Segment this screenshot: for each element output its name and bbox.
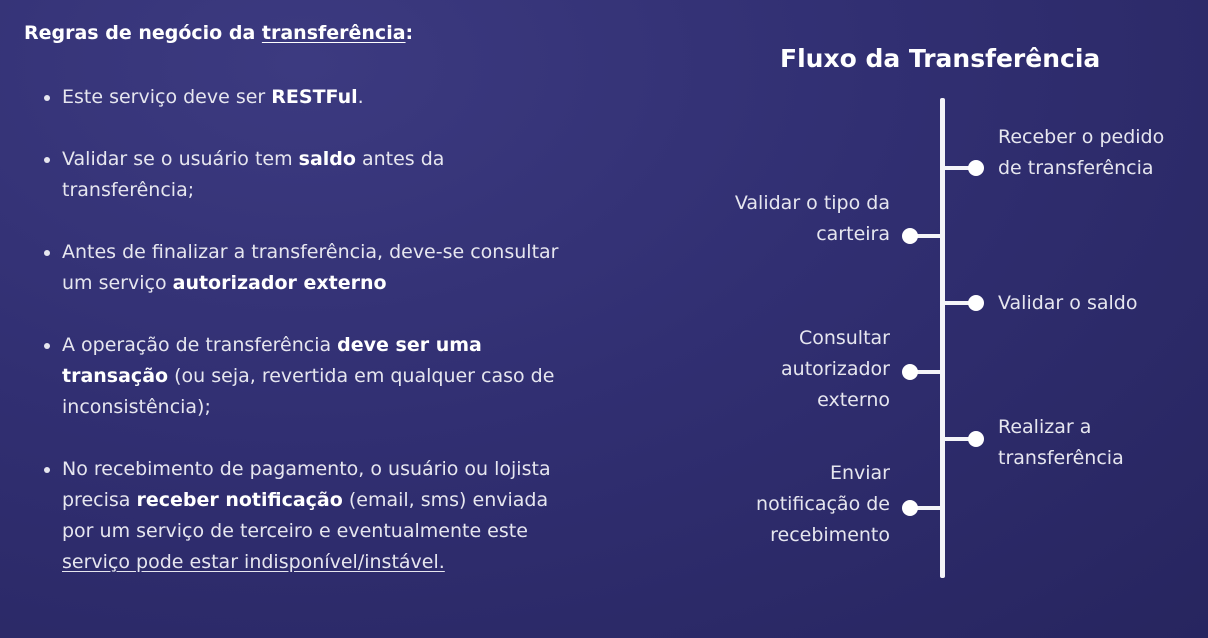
rules-heading-prefix: Regras de negócio da xyxy=(24,22,262,44)
flow-step-consultar: Consultar autorizador externo xyxy=(781,327,890,411)
flow-step-validar-carteira: Validar o tipo da carteira xyxy=(734,192,890,245)
rule-bold: saldo xyxy=(298,148,356,170)
flow-node-dot xyxy=(902,228,918,244)
rule-bold: autorizador externo xyxy=(172,272,387,294)
flow-step-validar-saldo: Validar o saldo xyxy=(998,292,1138,314)
flow-node-dot xyxy=(968,160,984,176)
flow-step-receber: Receber o pedido de transferência xyxy=(998,126,1165,179)
rule-text: . xyxy=(357,86,364,108)
rules-heading: Regras de negócio da transferência: xyxy=(24,22,413,44)
rule-underlined: serviço pode estar indisponível/instável… xyxy=(62,551,445,573)
rules-heading-link: transferência xyxy=(261,22,406,44)
rules-list: Este serviço deve ser RESTFul. Validar s… xyxy=(44,82,572,609)
rule-bold: receber notificação xyxy=(136,489,343,511)
rule-text: Este serviço deve ser xyxy=(62,86,272,108)
flow-node-dot xyxy=(902,500,918,516)
rule-item: Antes de finalizar a transferência, deve… xyxy=(62,237,572,299)
rule-text: Validar se o usuário tem xyxy=(62,148,299,170)
flow-node-dot xyxy=(968,295,984,311)
rule-bold: RESTFul xyxy=(271,86,358,108)
flow-node-dot xyxy=(902,364,918,380)
flow-step-enviar: Enviar notificação de recebimento xyxy=(756,462,890,546)
flow-node-dot xyxy=(968,431,984,447)
rule-item: A operação de transferência deve ser uma… xyxy=(62,330,572,423)
rule-text: A operação de transferência xyxy=(62,334,338,356)
rules-heading-suffix: : xyxy=(405,22,414,44)
flow-step-realizar: Realizar a transferência xyxy=(998,416,1124,469)
rule-item: Este serviço deve ser RESTFul. xyxy=(62,82,572,113)
rule-item: No recebimento de pagamento, o usuário o… xyxy=(62,454,572,578)
rule-item: Validar se o usuário tem saldo antes da … xyxy=(62,144,572,206)
flow-title: Fluxo da Transferência xyxy=(780,44,1101,73)
